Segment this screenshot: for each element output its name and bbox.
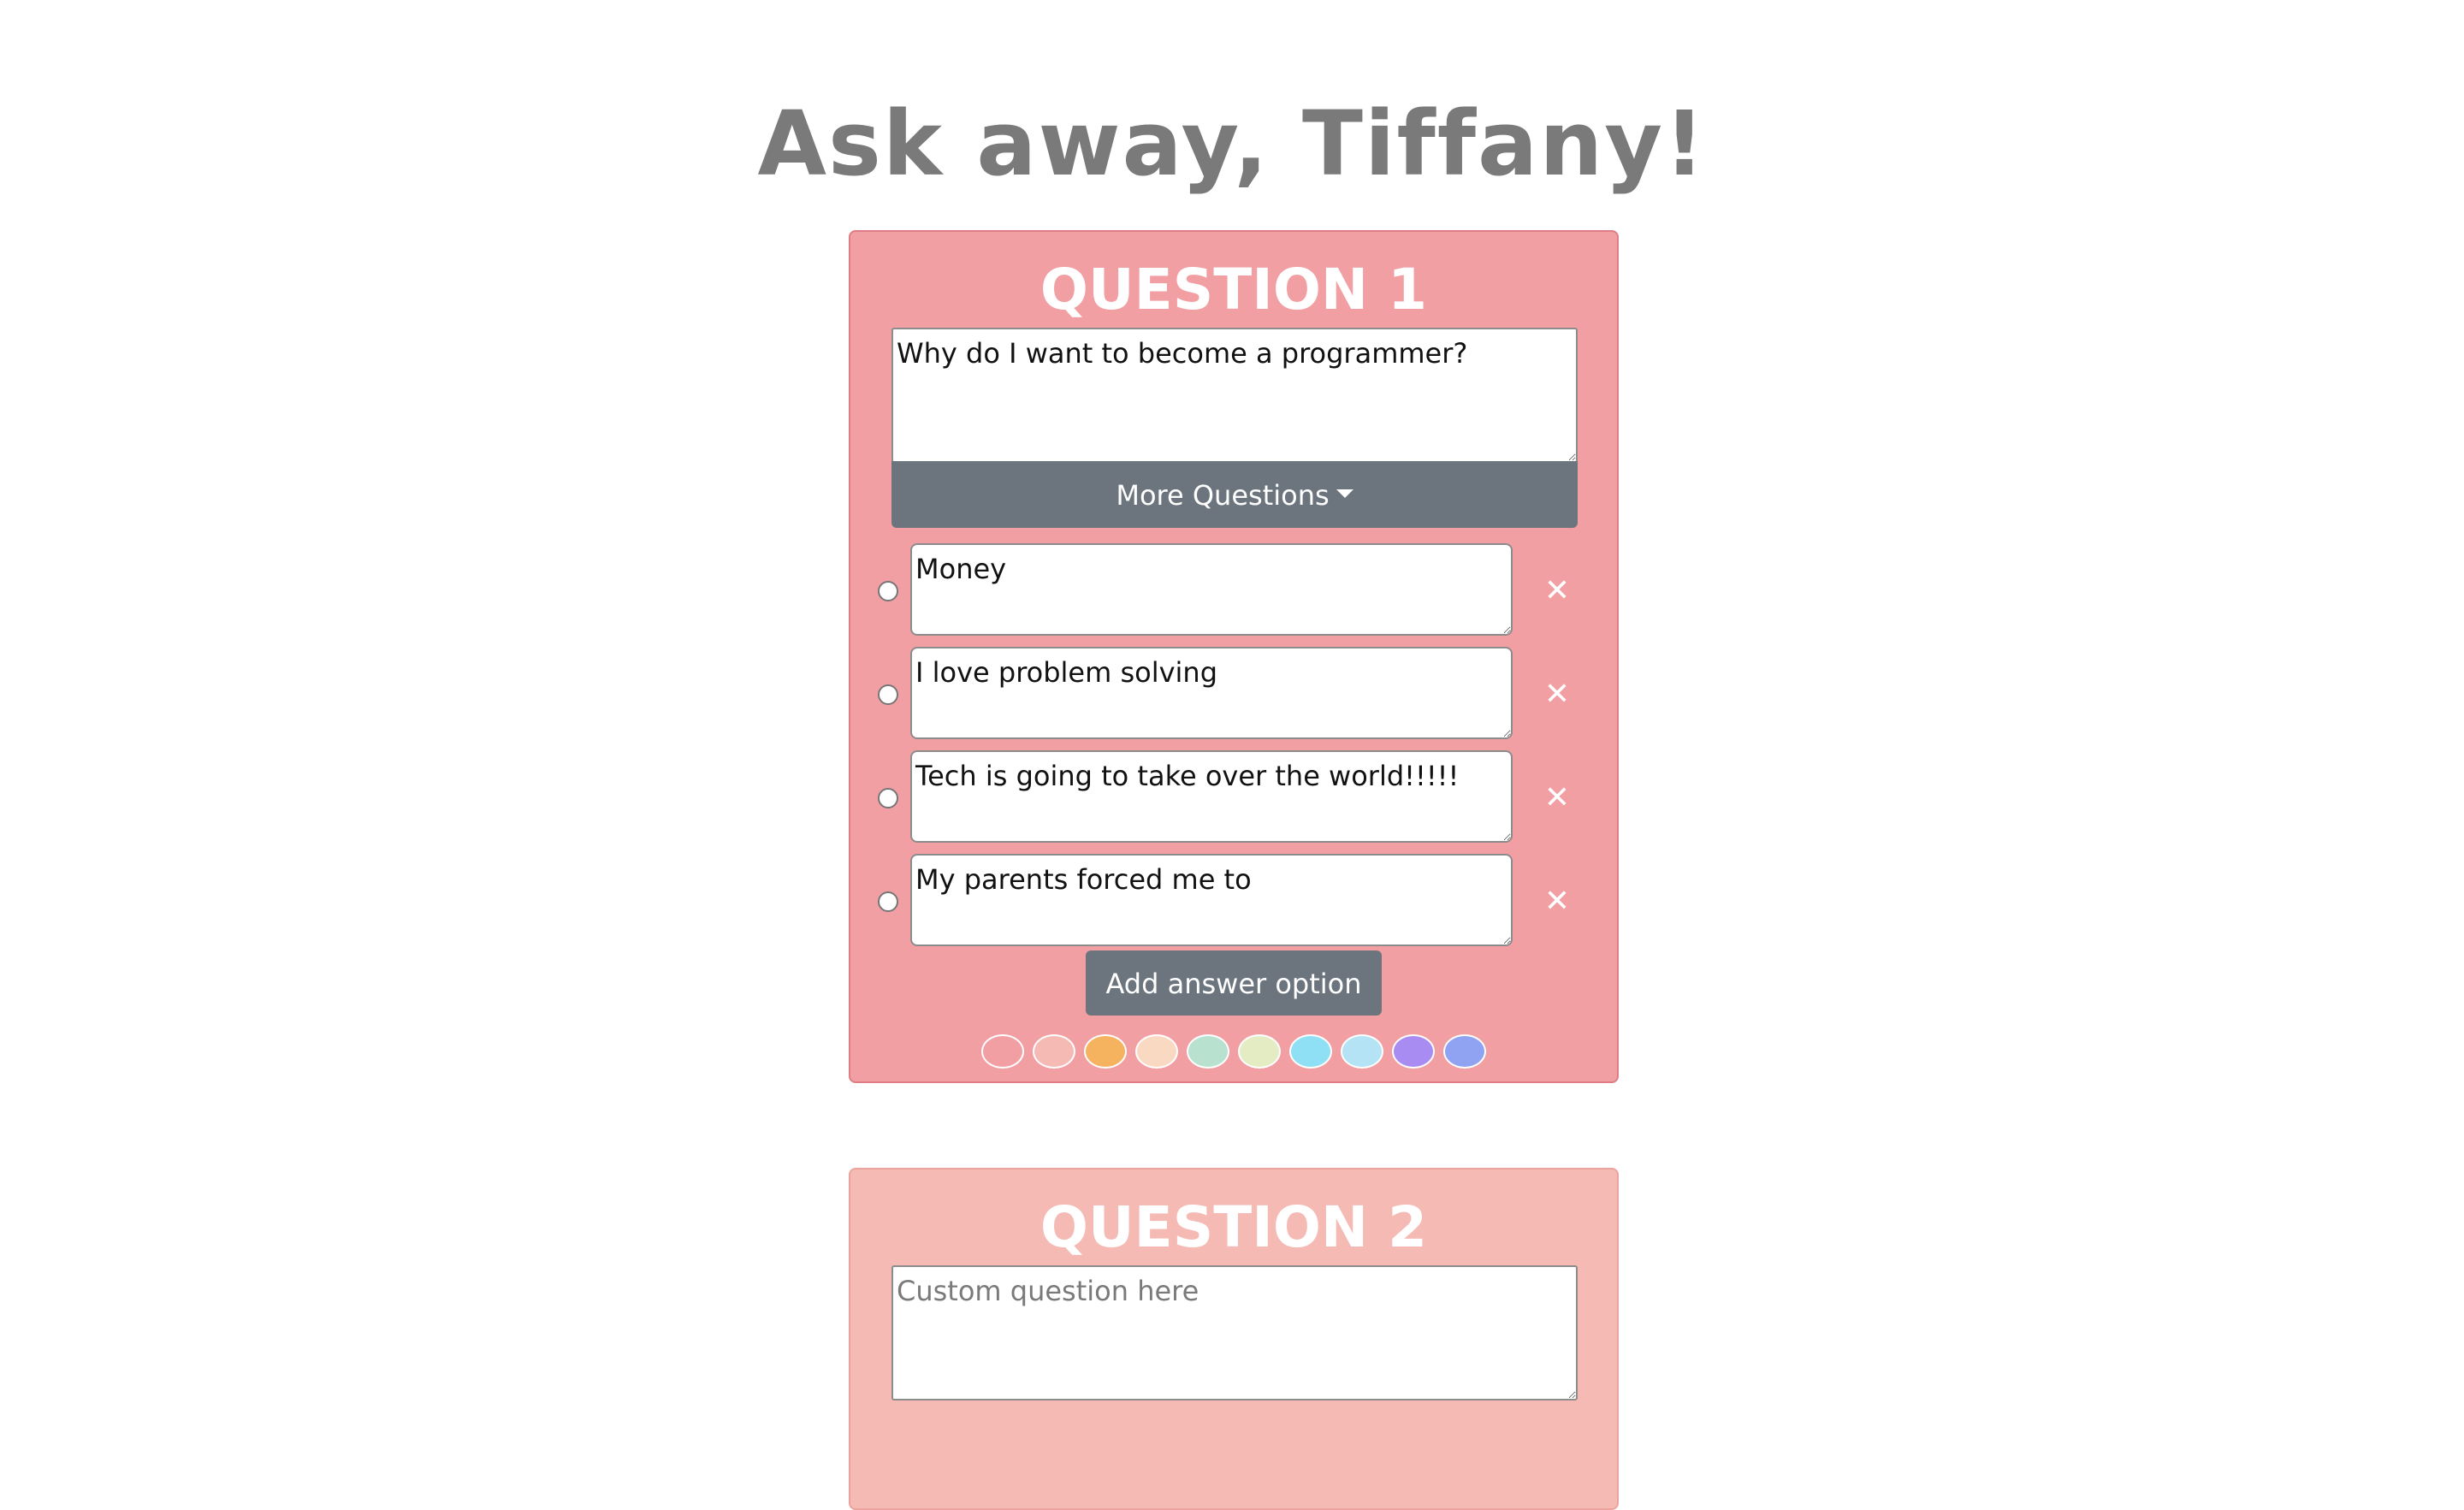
color-swatch[interactable] <box>1443 1034 1486 1069</box>
answer-option-row: Tech is going to take over the world!!!!… <box>850 750 1617 844</box>
answer-option-row: I love problem solving ✕ <box>850 647 1617 741</box>
question-input[interactable]: Why do I want to become a programmer? <box>891 328 1578 463</box>
answer-option-row: My parents forced me to ✕ <box>850 854 1617 948</box>
color-swatch[interactable] <box>1289 1034 1332 1069</box>
delete-option-icon[interactable]: ✕ <box>1540 678 1574 712</box>
answer-radio[interactable] <box>878 581 898 601</box>
answer-radio[interactable] <box>878 891 898 912</box>
delete-option-icon[interactable]: ✕ <box>1540 781 1574 815</box>
color-swatch[interactable] <box>1084 1034 1127 1069</box>
delete-option-icon[interactable]: ✕ <box>1540 885 1574 919</box>
answer-option-row: Money ✕ <box>850 543 1617 637</box>
answer-option-input[interactable]: Money <box>910 543 1513 636</box>
more-questions-dropdown[interactable]: More Questions <box>891 461 1578 528</box>
color-swatch[interactable] <box>1392 1034 1435 1069</box>
color-swatch[interactable] <box>981 1034 1024 1069</box>
delete-option-icon[interactable]: ✕ <box>1540 574 1574 608</box>
answer-option-input[interactable]: Tech is going to take over the world!!!!… <box>910 750 1513 843</box>
caret-down-icon <box>1336 489 1353 498</box>
question-card-2: QUESTION 2 <box>849 1168 1619 1510</box>
color-swatch[interactable] <box>1033 1034 1075 1069</box>
color-swatch[interactable] <box>1135 1034 1178 1069</box>
answer-radio[interactable] <box>878 684 898 705</box>
answer-option-input[interactable]: My parents forced me to <box>910 854 1513 946</box>
more-questions-label: More Questions <box>1116 479 1330 512</box>
answer-radio[interactable] <box>878 788 898 808</box>
page-title: Ask away, Tiffany! <box>757 92 1707 196</box>
question-heading: QUESTION 2 <box>1040 1194 1428 1260</box>
color-swatch[interactable] <box>1238 1034 1281 1069</box>
color-swatch[interactable] <box>1341 1034 1383 1069</box>
answer-option-input[interactable]: I love problem solving <box>910 647 1513 739</box>
question-heading: QUESTION 1 <box>1040 257 1428 323</box>
question-input[interactable] <box>891 1265 1578 1400</box>
color-swatches <box>850 1034 1617 1072</box>
question-card-1: QUESTION 1 Why do I want to become a pro… <box>849 230 1619 1083</box>
color-swatch[interactable] <box>1187 1034 1229 1069</box>
add-answer-option-button[interactable]: Add answer option <box>1086 950 1382 1016</box>
